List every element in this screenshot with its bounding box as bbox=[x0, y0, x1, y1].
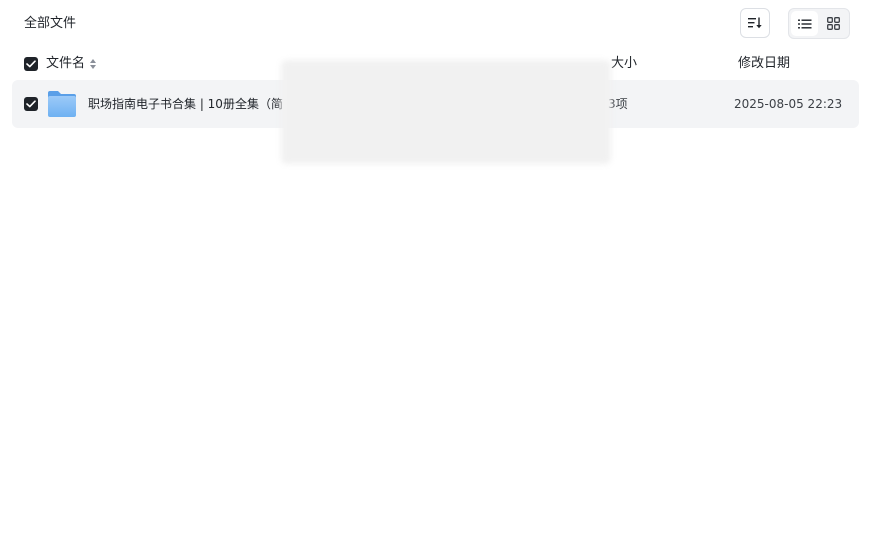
file-name[interactable]: 职场指南电子书合集 | 10册全集（简 bbox=[88, 80, 283, 128]
column-header-modified: 修改日期 bbox=[738, 56, 791, 71]
column-header-size: 大小 bbox=[611, 56, 638, 71]
sort-toggle-icon[interactable] bbox=[89, 58, 97, 70]
grid-view-button[interactable] bbox=[820, 11, 847, 36]
sort-icon bbox=[748, 17, 762, 29]
redacted-area bbox=[281, 60, 611, 164]
breadcrumb: 全部文件 bbox=[24, 16, 77, 31]
view-toggle bbox=[788, 8, 850, 39]
grid-view-icon bbox=[827, 17, 840, 30]
file-modified-date: 2025-08-05 22:23 bbox=[734, 97, 843, 111]
list-view-icon bbox=[797, 19, 811, 28]
column-header-name[interactable]: 文件名 bbox=[46, 50, 85, 78]
sort-button[interactable] bbox=[740, 8, 770, 38]
list-view-button[interactable] bbox=[791, 11, 818, 36]
check-icon bbox=[26, 100, 36, 108]
select-all-checkbox[interactable] bbox=[24, 57, 38, 71]
check-icon bbox=[26, 60, 36, 68]
folder-icon bbox=[48, 91, 76, 117]
row-checkbox[interactable] bbox=[24, 97, 38, 111]
